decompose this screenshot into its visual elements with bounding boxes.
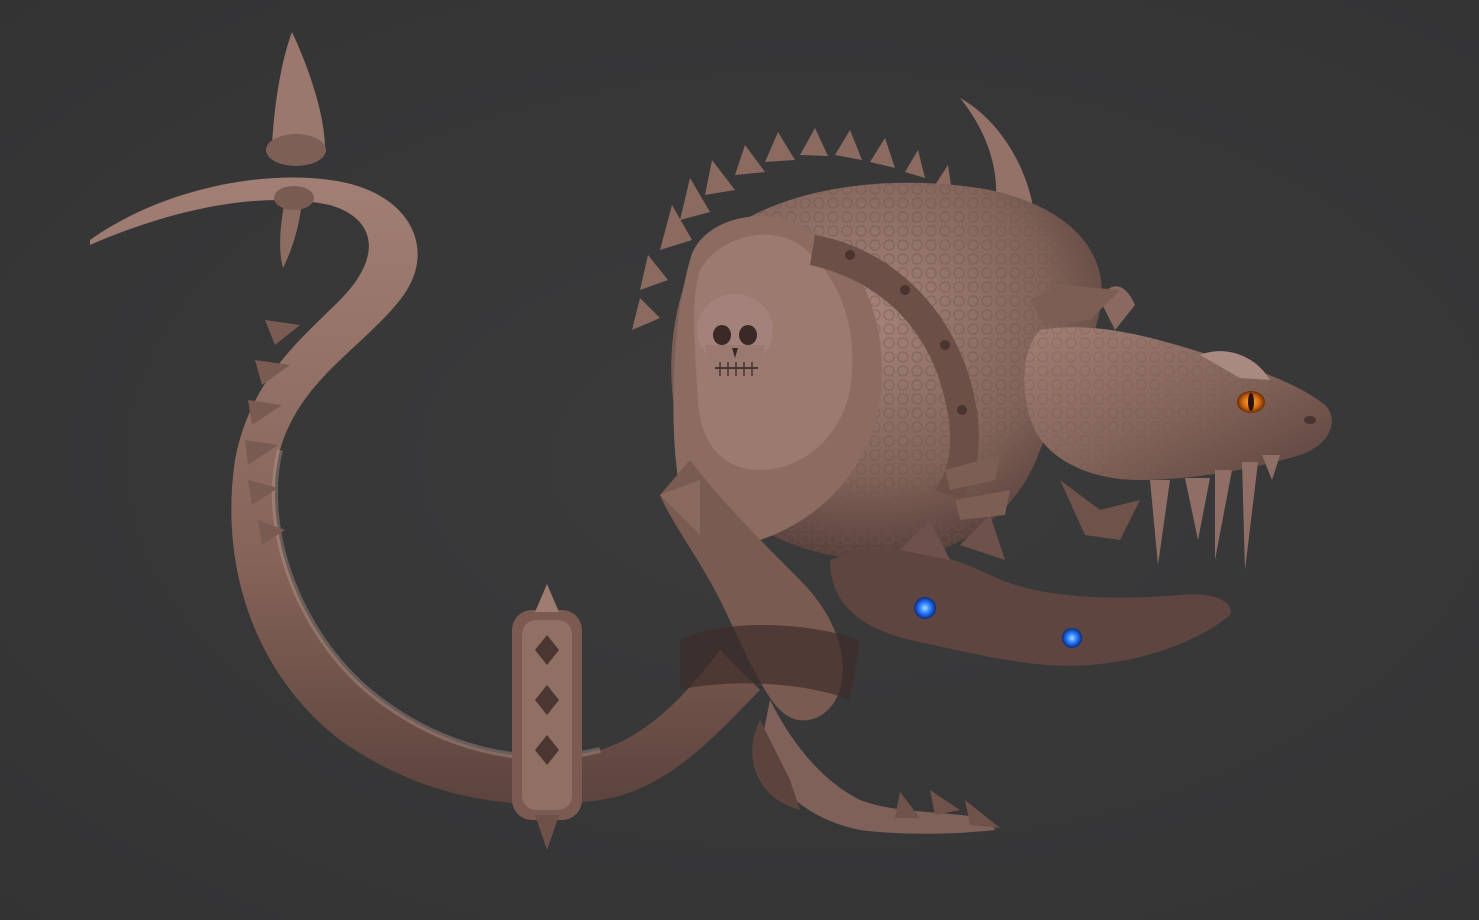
rear-claw [752,700,1000,834]
jaw-fin [1060,480,1140,540]
gem-blue-right [1062,628,1082,648]
tail-spikes [266,32,326,268]
spiked-tail-ring [512,584,582,850]
gem-blue-left [914,597,936,619]
render-viewport [0,0,1479,920]
sculpt-render [90,32,1332,850]
